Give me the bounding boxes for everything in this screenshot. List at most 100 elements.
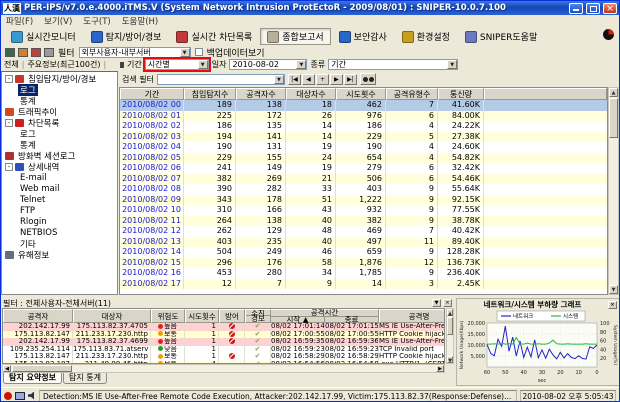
close-graph-icon[interactable]: ×: [608, 301, 617, 309]
restore-button[interactable]: [586, 3, 600, 14]
table-row[interactable]: 2010/08/02 1226212948469740.42K: [120, 226, 607, 237]
scroll-thumb[interactable]: [12, 365, 72, 372]
close-button[interactable]: ×: [603, 3, 617, 14]
refresh-icon[interactable]: [31, 48, 41, 57]
toolbar-button-realtime-monitor[interactable]: 실시간모니터: [4, 28, 83, 45]
tree-expander-icon[interactable]: -: [5, 75, 13, 83]
speaker-icon[interactable]: [28, 392, 36, 400]
scroll-down-icon[interactable]: ▼: [609, 285, 618, 294]
printer-icon[interactable]: [44, 48, 54, 57]
detection-row[interactable]: 109.235.254.114175.113.83.71.atserv낮음1✔0…: [3, 346, 444, 354]
close-panel-icon[interactable]: ×: [443, 299, 452, 307]
backup-data-checkbox[interactable]: [195, 48, 203, 56]
col-attempts[interactable]: 시도횟수: [185, 309, 219, 323]
sidebar-item[interactable]: 통계: [2, 95, 117, 106]
sidebar-item[interactable]: -상세내역: [2, 161, 117, 172]
column-header[interactable]: 통신량: [438, 88, 484, 100]
table-row[interactable]: 2010/08/02 1712791432.45K: [120, 279, 607, 290]
col-action-alert[interactable]: 조치 경보: [245, 309, 271, 323]
sidebar-item[interactable]: 트래픽추이: [2, 106, 117, 117]
toolbar-button-realtime-blocklist[interactable]: 실시간 차단목록: [169, 28, 259, 45]
chevron-down-icon[interactable]: ▼: [447, 60, 457, 69]
col-attacker[interactable]: 공격자: [3, 309, 73, 323]
tree-expander-icon[interactable]: -: [5, 119, 13, 127]
chevron-down-icon[interactable]: ▼: [180, 48, 190, 57]
chevron-down-icon[interactable]: ▼: [274, 75, 284, 84]
collapse-panel-icon[interactable]: ▼: [432, 299, 441, 307]
menu-item[interactable]: 보기(V): [44, 15, 72, 27]
table-row[interactable]: 2010/08/02 0218613514186424.22K: [120, 121, 607, 132]
sidebar-item[interactable]: Web mail: [2, 183, 117, 194]
toolbar-button-security-audit[interactable]: 보안감사: [332, 28, 394, 45]
sidebar-item[interactable]: NETBIOS: [2, 227, 117, 238]
sidebar-item[interactable]: 로그: [2, 84, 117, 95]
column-header[interactable]: 대상자수: [286, 88, 336, 100]
table-row[interactable]: 2010/08/02 0419013119190424.60K: [120, 142, 607, 153]
table-row[interactable]: 2010/08/02 0319414114229527.38K: [120, 132, 607, 143]
sidebar-item[interactable]: 로그: [2, 128, 117, 139]
table-row[interactable]: 2010/08/02 0738226921506654.46K: [120, 174, 607, 185]
sidebar-item[interactable]: FTP: [2, 205, 117, 216]
chart-icon[interactable]: [18, 48, 28, 57]
menu-item[interactable]: 도구(T): [83, 15, 110, 27]
scroll-right-icon[interactable]: ▶: [436, 365, 444, 372]
scroll-down-icon[interactable]: ▼: [447, 356, 453, 363]
column-header[interactable]: 침입탐지수: [184, 88, 236, 100]
table-row[interactable]: 2010/08/02 1031016643932977.55K: [120, 205, 607, 216]
filter-scope-select[interactable]: 외부사용자-내부서버 ▼: [79, 47, 191, 58]
nav-next-button[interactable]: ▶: [330, 74, 343, 85]
column-header[interactable]: 기간: [120, 88, 184, 100]
col-attack-time[interactable]: 공격시간 시작 ▲ 종료: [271, 309, 379, 323]
scroll-up-icon[interactable]: ▲: [609, 88, 618, 97]
table-row[interactable]: 2010/08/02 1126413840382938.78K: [120, 216, 607, 227]
sidebar-item[interactable]: 유해정보: [2, 249, 117, 260]
table-row[interactable]: 2010/08/02 16453280341,7859236.40K: [120, 268, 607, 279]
tab-summary[interactable]: 탐지 요약정보: [3, 373, 62, 384]
search-filter-input[interactable]: ▼: [157, 74, 285, 85]
main-table-scrollbar[interactable]: ▲ ▼: [608, 87, 619, 295]
toolbar-button-detect-defense-alert[interactable]: 탐지/방어/경보: [84, 28, 169, 45]
table-row[interactable]: 2010/08/02 0018913818462741.60K: [120, 100, 607, 111]
window-icon[interactable]: [5, 48, 15, 57]
tree-expander-icon[interactable]: -: [5, 163, 13, 171]
scroll-left-icon[interactable]: ◀: [3, 365, 11, 372]
sidebar-item[interactable]: -침입탐지/방어/경보: [2, 73, 117, 84]
table-row[interactable]: 2010/08/02 0522915524654454.82K: [120, 153, 607, 164]
table-row[interactable]: 2010/08/02 13403235404971189.40K: [120, 237, 607, 248]
nav-first-button[interactable]: |◀: [288, 74, 301, 85]
column-header[interactable]: 공격유형수: [386, 88, 438, 100]
table-row[interactable]: 2010/08/02 0839028233403955.64K: [120, 184, 607, 195]
monitor-icon[interactable]: [15, 392, 25, 400]
detection-row[interactable]: 175.113.82.147211.233.17.230.http보통1✔08/…: [3, 353, 444, 361]
toolbar-button-settings[interactable]: 환경설정: [395, 28, 457, 45]
scroll-up-icon[interactable]: ▲: [447, 309, 453, 316]
period-select[interactable]: 시간별 ▼: [145, 59, 209, 70]
nav-last-button[interactable]: ▶|: [344, 74, 357, 85]
scroll-thumb[interactable]: [609, 98, 618, 138]
scroll-thumb[interactable]: [447, 317, 453, 335]
sidebar-item[interactable]: E-mail: [2, 172, 117, 183]
table-row[interactable]: 2010/08/02 09343178511,222992.15K: [120, 195, 607, 206]
menu-item[interactable]: 파일(F): [6, 15, 33, 27]
date-select[interactable]: 2010-08-02 ▼: [229, 59, 307, 70]
sidebar-item[interactable]: 기타: [2, 238, 117, 249]
minimize-button[interactable]: [569, 3, 583, 14]
detection-row[interactable]: 202.142.17.99175.113.82.37.4705높음1✔08/02…: [3, 323, 444, 331]
col-target[interactable]: 대상자: [73, 309, 151, 323]
col-risk[interactable]: 위험도: [151, 309, 185, 323]
column-header[interactable]: 시도횟수: [336, 88, 386, 100]
column-header[interactable]: 공격자수: [236, 88, 286, 100]
detection-row[interactable]: 202.142.17.99175.113.82.37.4699높음1✔08/02…: [3, 338, 444, 346]
chevron-down-icon[interactable]: ▼: [198, 60, 208, 69]
sidebar-item[interactable]: Rlogin: [2, 216, 117, 227]
detection-row[interactable]: 175.113.82.147211.233.17.230.http보통1✔08/…: [3, 331, 444, 339]
table-row[interactable]: 2010/08/02 14504249466599128.28K: [120, 247, 607, 258]
view-all-link[interactable]: 전체: [4, 59, 19, 70]
sidebar-item[interactable]: -차단목록: [2, 117, 117, 128]
col-defense[interactable]: 방어: [219, 309, 245, 323]
col-attack-name[interactable]: 공격명: [379, 309, 445, 323]
chevron-down-icon[interactable]: ▼: [296, 60, 306, 69]
nav-prev-button[interactable]: ◀: [302, 74, 315, 85]
sidebar-item[interactable]: 방화벽 세션로그: [2, 150, 117, 161]
detection-table-vscrollbar[interactable]: ▲ ▼: [446, 308, 454, 364]
